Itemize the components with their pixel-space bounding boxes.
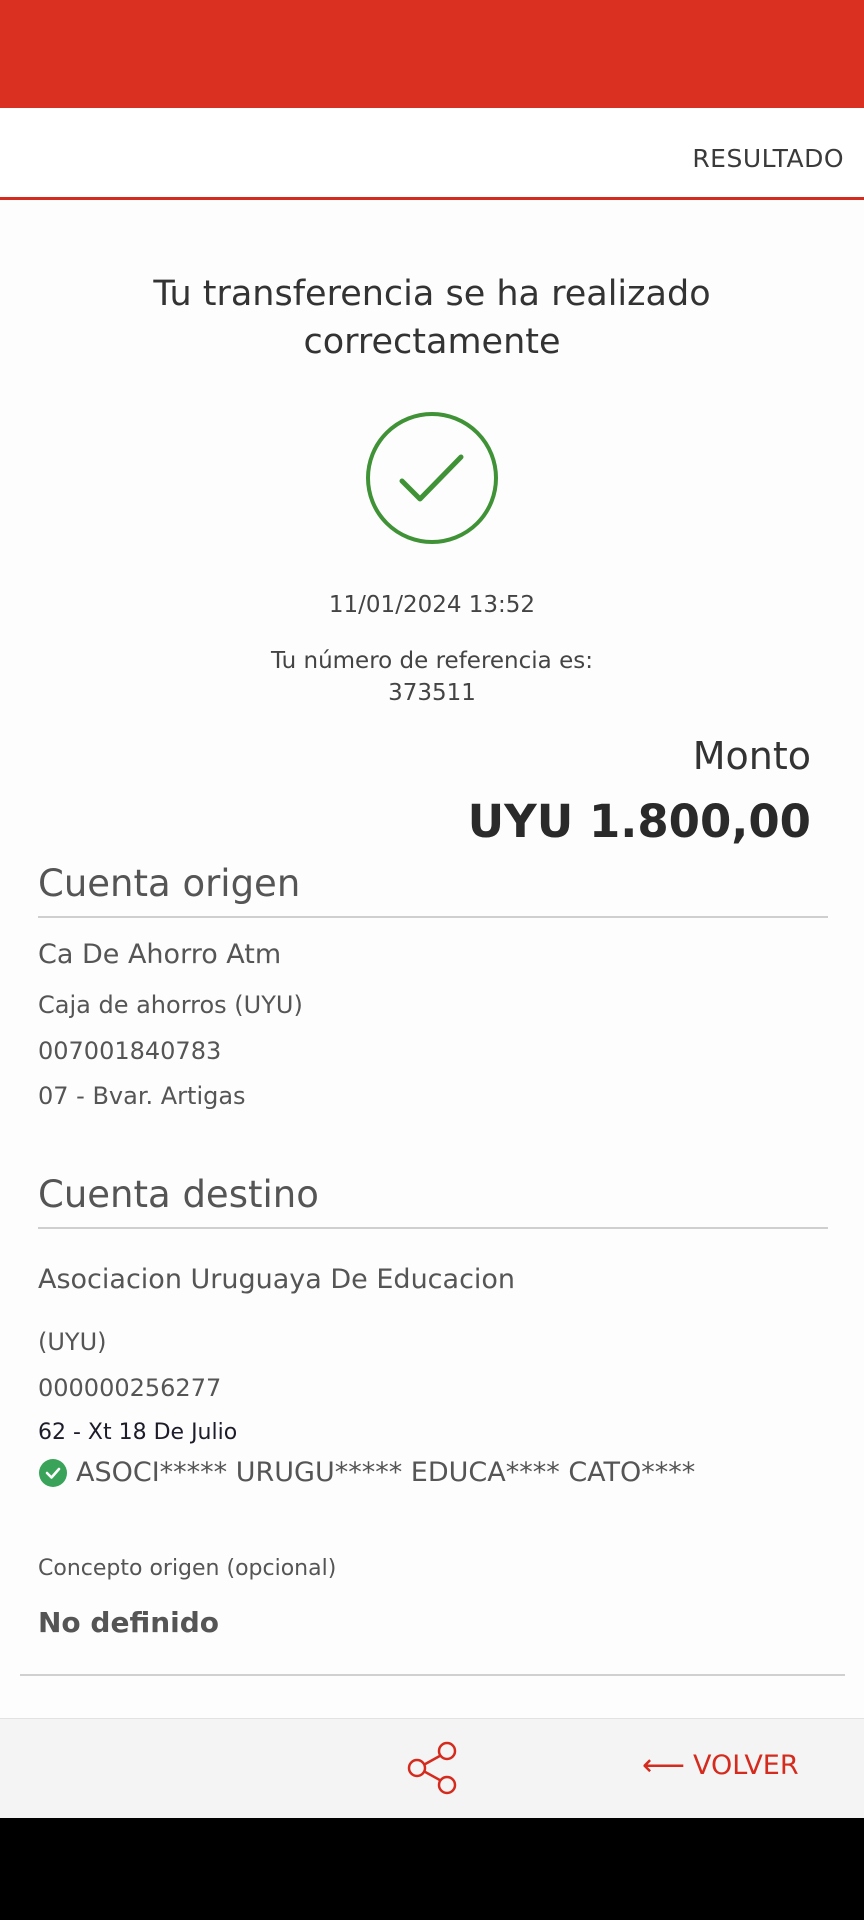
transaction-datetime: 11/01/2024 13:52 (328, 592, 536, 618)
origin-section-title: Cuenta origen (38, 862, 301, 905)
arrow-left-icon: ⟵ (642, 1748, 686, 1783)
reference-number: 373511 (388, 680, 476, 706)
back-button-label: VOLVER (693, 1750, 799, 1781)
amount-label: Monto (692, 734, 811, 778)
system-navigation-bar (0, 1818, 864, 1920)
origin-account-type: Caja de ahorros (UYU) (38, 991, 303, 1019)
share-icon[interactable] (406, 1740, 460, 1796)
concept-value: No definido (38, 1606, 220, 1639)
amount-value: UYU 1.800,00 (467, 795, 811, 848)
concept-label: Concepto origen (opcional) (38, 1556, 337, 1581)
back-button[interactable]: ⟵ VOLVER (642, 1748, 799, 1783)
origin-account-number: 007001840783 (38, 1037, 222, 1065)
verified-badge-icon (39, 1458, 67, 1487)
check-circle-icon (366, 412, 498, 544)
origin-divider (38, 916, 828, 918)
destination-branch: 62 - Xt 18 De Julio (38, 1420, 238, 1445)
destination-account-number: 000000256277 (38, 1374, 222, 1402)
verified-holder-name: ASOCI***** URUGU***** EDUCA**** CATO**** (76, 1457, 696, 1488)
destination-divider (38, 1227, 828, 1229)
step-label: RESULTADO (692, 144, 844, 173)
origin-account-name: Ca De Ahorro Atm (38, 939, 282, 970)
destination-currency: (UYU) (38, 1328, 107, 1356)
verified-holder-row: ASOCI***** URUGU***** EDUCA**** CATO**** (38, 1457, 695, 1488)
destination-section-title: Cuenta destino (38, 1173, 319, 1216)
app-header-bar (0, 0, 864, 108)
content-bottom-divider (20, 1674, 845, 1676)
result-title: Tu transferencia se ha realizado correct… (153, 274, 711, 362)
reference-label: Tu número de referencia es: (271, 648, 593, 674)
destination-account-name: Asociacion Uruguaya De Educacion (38, 1264, 516, 1295)
origin-branch: 07 - Bvar. Artigas (38, 1082, 246, 1110)
step-indicator-bar: RESULTADO (0, 108, 864, 200)
